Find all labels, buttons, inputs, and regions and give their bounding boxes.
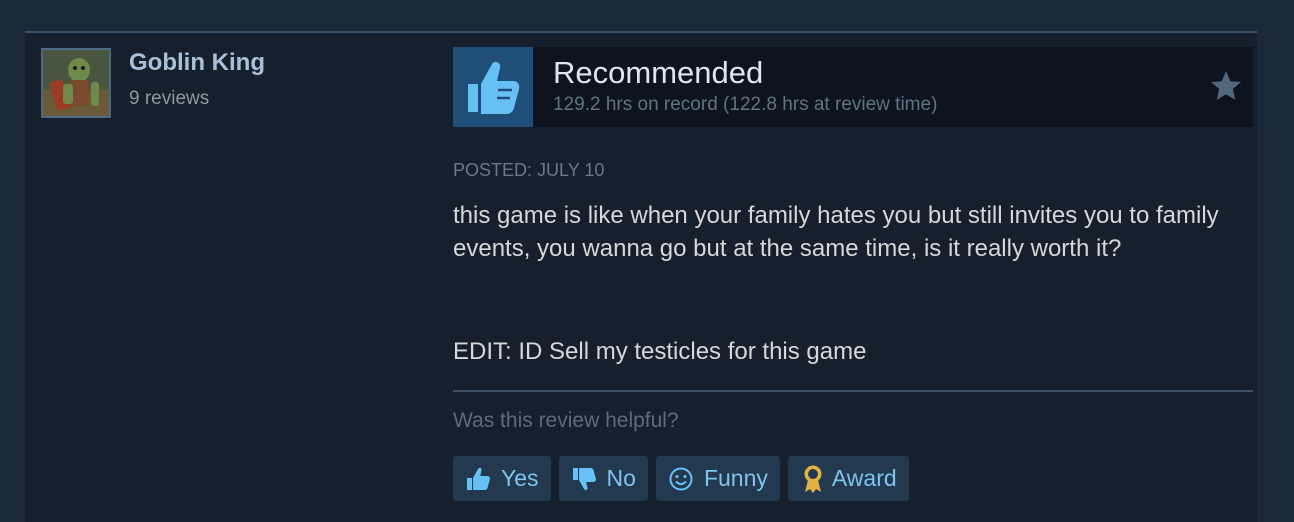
helpful-buttons: Yes No Funny Award xyxy=(453,456,909,501)
posted-date: POSTED: JULY 10 xyxy=(453,160,605,180)
review-card: Goblin King 9 reviews Recommended 129.2 … xyxy=(25,31,1257,522)
thumbs-up-icon xyxy=(468,61,520,114)
helpful-question: Was this review helpful? xyxy=(453,409,679,432)
vote-title[interactable]: Recommended xyxy=(553,55,763,91)
no-label: No xyxy=(606,465,636,491)
smiley-icon xyxy=(666,464,696,494)
review-edit-text: EDIT: ID Sell my testicles for this game xyxy=(453,338,867,365)
thumbs-down-icon xyxy=(569,464,599,494)
divider xyxy=(453,390,1253,392)
avatar[interactable] xyxy=(41,48,111,118)
author-review-count[interactable]: 9 reviews xyxy=(129,88,209,110)
review-text: this game is like when your family hates… xyxy=(453,202,1219,262)
no-button[interactable]: No xyxy=(558,456,648,501)
author-name[interactable]: Goblin King xyxy=(129,49,265,77)
hours-on-record: 129.2 hrs on record (122.8 hrs at review… xyxy=(553,94,938,115)
award-button[interactable]: Award xyxy=(787,456,909,501)
goblin-avatar-icon xyxy=(43,50,109,116)
award-ribbon-icon xyxy=(798,464,828,494)
award-label: Award xyxy=(831,465,897,491)
yes-label: Yes xyxy=(501,465,539,491)
funny-button[interactable]: Funny xyxy=(655,456,780,501)
review-body: this game is like when your family hates… xyxy=(453,199,1243,265)
recommendation-thumb xyxy=(453,47,533,127)
funny-label: Funny xyxy=(703,465,768,491)
vote-header[interactable]: Recommended 129.2 hrs on record (122.8 h… xyxy=(453,47,1253,127)
thumbs-up-icon xyxy=(463,464,493,494)
star-icon[interactable] xyxy=(1209,69,1243,103)
yes-button[interactable]: Yes xyxy=(453,456,551,501)
